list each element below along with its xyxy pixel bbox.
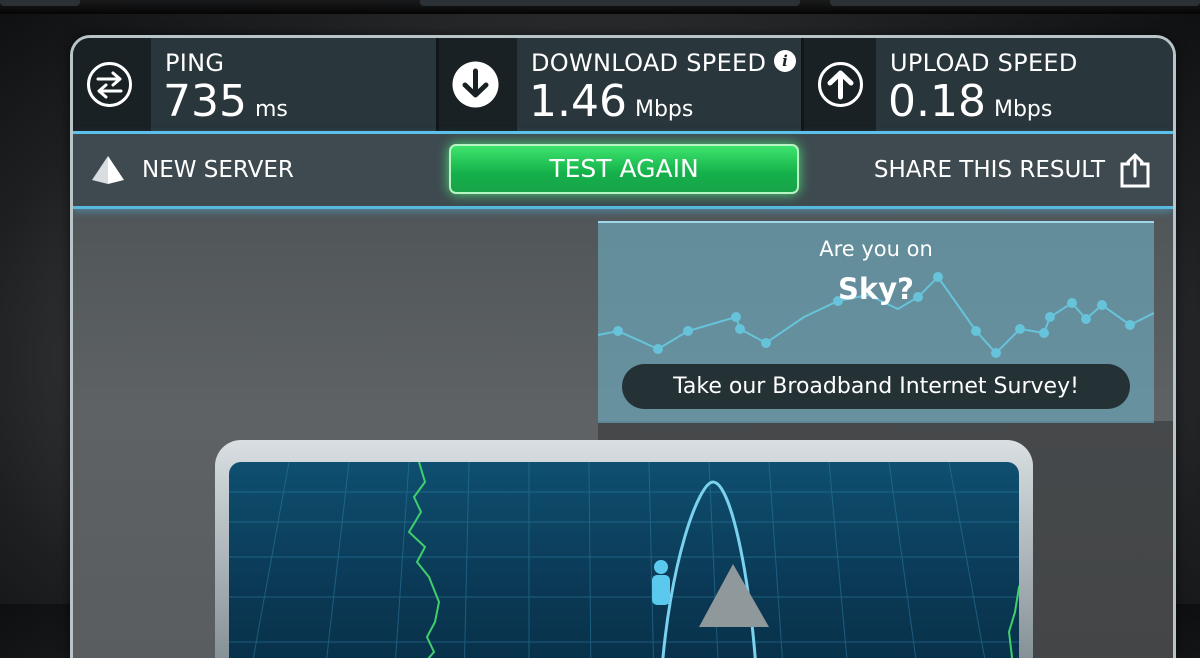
upload-label: UPLOAD SPEED [890,49,1078,77]
upload-result: UPLOAD SPEED 0.18 Mbps [804,38,1173,131]
share-label: SHARE THIS RESULT [873,157,1105,183]
user-location-icon [652,560,670,605]
map-frame [215,440,1033,658]
results-bar: PING 735 ms DOWNLOAD SPEED 1.46 Mbps i U… [73,38,1173,134]
download-result: DOWNLOAD SPEED 1.46 Mbps i [439,38,801,131]
coastline-left [407,462,441,658]
test-again-button[interactable]: TEST AGAIN [449,144,799,194]
action-bar: NEW SERVER TEST AGAIN SHARE THIS RESULT [73,134,1173,209]
connection-arc [661,480,757,658]
ping-label: PING [165,49,225,77]
server-pyramid-icon [92,156,124,184]
info-icon[interactable]: i [774,50,796,72]
ping-result: PING 735 ms [73,38,436,131]
server-pyramid-marker [699,564,769,627]
coastline-right [1007,584,1019,658]
top-strip [0,0,1200,14]
new-server-button[interactable]: NEW SERVER [90,134,294,206]
new-server-label: NEW SERVER [142,157,294,183]
survey-cta-button[interactable]: Take our Broadband Internet Survey! [622,364,1130,409]
speedtest-panel: PING 735 ms DOWNLOAD SPEED 1.46 Mbps i U… [70,35,1176,658]
upload-arrow-icon [817,61,864,108]
survey-question-line2: Sky? [838,272,914,306]
share-icon [1120,153,1150,188]
upload-value: 0.18 Mbps [888,76,1053,127]
download-label: DOWNLOAD SPEED [531,49,767,77]
download-arrow-icon [452,61,499,108]
share-result-button[interactable]: SHARE THIS RESULT [874,134,1151,206]
survey-question-line1: Are you on [819,237,933,261]
ping-arrows-icon [86,61,133,108]
download-value: 1.46 Mbps [529,76,694,127]
ping-value: 735 ms [163,76,288,127]
server-map[interactable] [229,462,1019,658]
survey-banner[interactable]: Are you on Sky? Take our Broadband Inter… [598,221,1154,423]
